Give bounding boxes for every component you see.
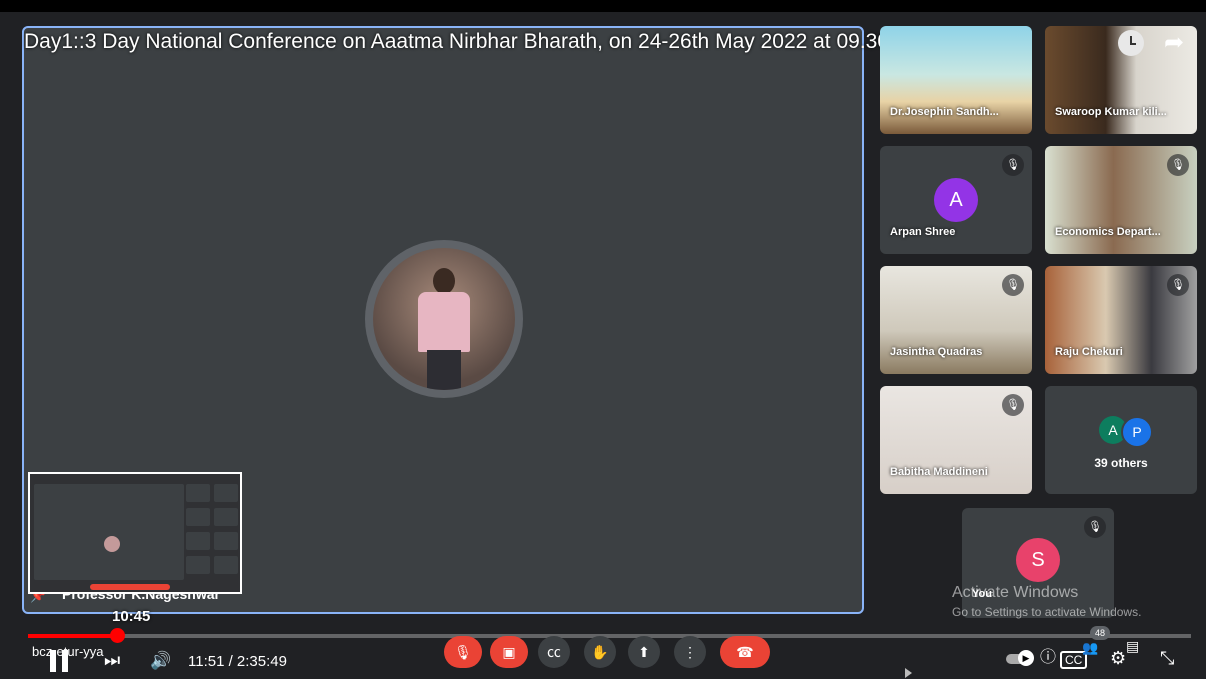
- mouse-cursor: [905, 668, 912, 678]
- participant-tile-economics[interactable]: 🎙 Economics Depart...: [1045, 146, 1197, 254]
- preview-control-bar: [90, 584, 170, 590]
- participant-tile-jasintha[interactable]: 🎙 Jasintha Quadras: [880, 266, 1032, 374]
- mic-off-icon: 🎙: [1167, 154, 1189, 176]
- speaker-head: [433, 268, 455, 294]
- clock-icon[interactable]: [1118, 30, 1144, 56]
- mic-off-icon: 🎙: [1002, 274, 1024, 296]
- speaker-body: [418, 292, 470, 352]
- participant-name: Dr.Josephin Sandh...: [890, 106, 999, 118]
- next-icon[interactable]: ⏭: [104, 650, 120, 671]
- speaker-photo: [373, 248, 515, 390]
- video-player[interactable]: Day1::3 Day National Conference on Aaatm…: [0, 0, 1206, 679]
- others-tile[interactable]: A P 39 others: [1045, 386, 1197, 494]
- avatar: S: [1016, 538, 1060, 582]
- preview-avatar: [104, 536, 120, 552]
- participant-name: Jasintha Quadras: [890, 346, 983, 358]
- hover-preview-thumbnail: [28, 472, 242, 594]
- participant-tile-arpan[interactable]: 🎙 A Arpan Shree: [880, 146, 1032, 254]
- video-title: Day1::3 Day National Conference on Aaatm…: [24, 30, 919, 53]
- participant-tile-josephin[interactable]: Dr.Josephin Sandh...: [880, 26, 1032, 134]
- avatar: P: [1121, 416, 1153, 448]
- time-display: 11:51 / 2:35:49: [188, 653, 287, 670]
- preview-tile: [214, 532, 238, 550]
- hover-time: 10:45: [112, 608, 151, 625]
- progress-fill: [28, 634, 118, 638]
- mic-off-icon: 🎙: [1167, 274, 1189, 296]
- watermark-line1: Activate Windows: [952, 584, 1079, 601]
- mic-off-icon: 🎙: [1002, 154, 1024, 176]
- preview-tiles: [186, 484, 240, 580]
- exit-fullscreen-icon[interactable]: ⤡: [1160, 648, 1174, 669]
- pause-icon[interactable]: [50, 650, 68, 672]
- participant-tile-babitha[interactable]: 🎙 Babitha Maddineni: [880, 386, 1032, 494]
- info-icon[interactable]: ⓘ: [1040, 643, 1056, 667]
- participant-name: Swaroop Kumar kili...: [1055, 106, 1167, 118]
- participant-name: Arpan Shree: [890, 226, 956, 238]
- gear-icon[interactable]: ⚙: [1110, 648, 1126, 669]
- mic-off-icon: 🎙: [1002, 394, 1024, 416]
- people-icon[interactable]: 👥: [1082, 640, 1098, 656]
- preview-tile: [186, 556, 210, 574]
- preview-main-tile: [34, 484, 184, 580]
- others-count: 39 others: [1094, 456, 1148, 470]
- speaker-legs: [427, 350, 461, 390]
- speaker-avatar: [365, 240, 523, 398]
- mic-off-icon: 🎙: [1084, 516, 1106, 538]
- preview-tile: [186, 532, 210, 550]
- watermark-line2: Go to Settings to activate Windows.: [952, 605, 1142, 619]
- participant-name: Babitha Maddineni: [890, 466, 988, 478]
- people-count: 48: [1090, 626, 1110, 640]
- participant-name: Economics Depart...: [1055, 226, 1161, 238]
- volume-icon[interactable]: 🔊: [150, 651, 171, 671]
- preview-tile: [214, 484, 238, 502]
- avatar: A: [934, 178, 978, 222]
- preview-tile: [214, 556, 238, 574]
- preview-tile: [186, 484, 210, 502]
- autoplay-toggle[interactable]: [1006, 650, 1034, 666]
- windows-watermark: Activate Windows Go to Settings to activ…: [952, 584, 1141, 619]
- participant-name: Raju Chekuri: [1055, 346, 1123, 358]
- participant-tile-raju[interactable]: 🎙 Raju Chekuri: [1045, 266, 1197, 374]
- progress-bar[interactable]: [28, 634, 1191, 638]
- preview-tile: [214, 508, 238, 526]
- chat-icon[interactable]: ▤: [1126, 638, 1139, 655]
- top-bar: [0, 0, 1206, 12]
- preview-tile: [186, 508, 210, 526]
- share-icon[interactable]: ➦: [1164, 30, 1184, 56]
